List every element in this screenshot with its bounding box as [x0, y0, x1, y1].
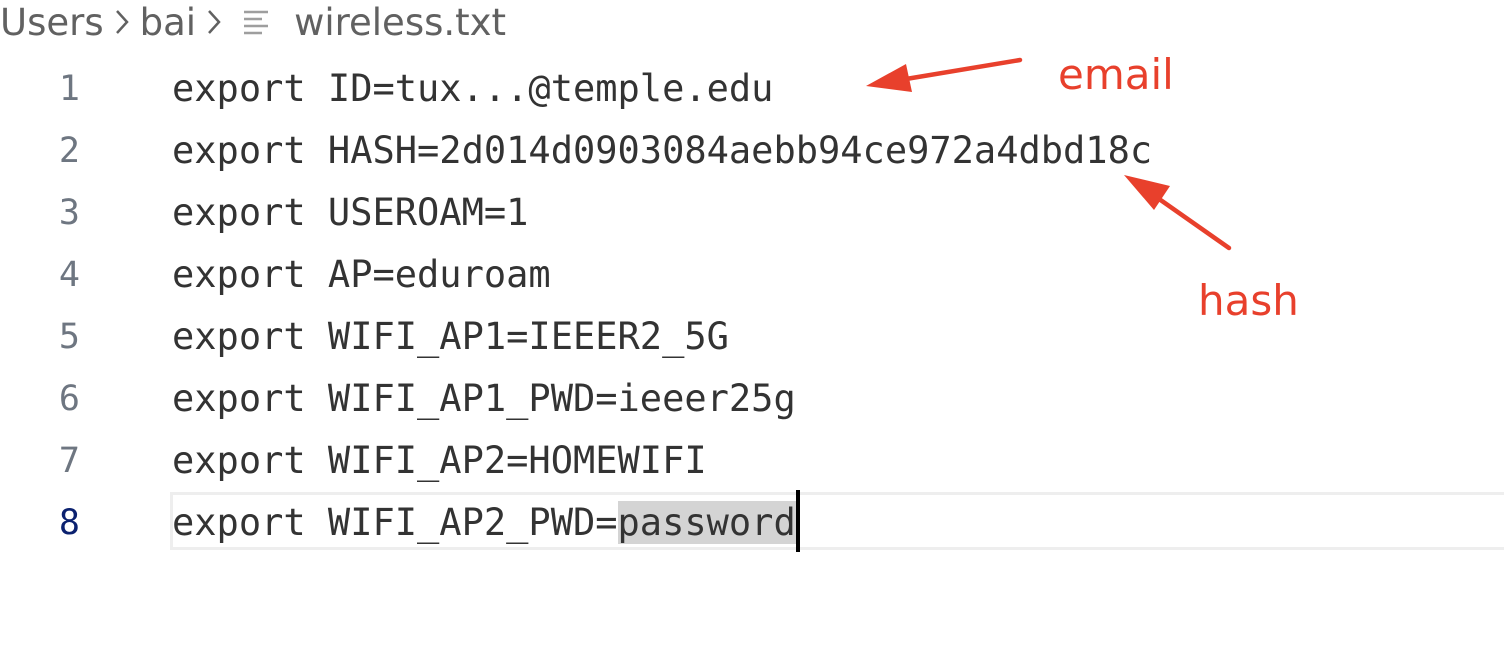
line-number: 3 — [58, 193, 80, 233]
editor-line[interactable]: 7 export WIFI_AP2=HOMEWIFI — [0, 430, 1504, 492]
chevron-right-icon — [104, 0, 140, 44]
line-content[interactable]: export AP=eduroam — [172, 244, 551, 306]
line-content[interactable]: export WIFI_AP1=IEEER2_5G — [172, 306, 729, 368]
line-number: 6 — [58, 379, 80, 419]
line-content[interactable]: export WIFI_AP1_PWD=ieeer25g — [172, 368, 796, 430]
line-content[interactable]: export USEROAM=1 — [172, 182, 528, 244]
editor-line[interactable]: 3 export USEROAM=1 — [0, 182, 1504, 244]
text-selection: password — [617, 501, 796, 544]
text-cursor — [795, 490, 800, 552]
breadcrumb: Users bai wireless.txt — [0, 0, 506, 44]
breadcrumb-item-users[interactable]: Users — [0, 1, 104, 44]
editor-line[interactable]: 6 export WIFI_AP1_PWD=ieeer25g — [0, 368, 1504, 430]
editor-line-current[interactable]: 8 export WIFI_AP2_PWD=password — [0, 490, 1504, 554]
line-number: 8 — [58, 503, 80, 543]
line-number: 7 — [58, 441, 80, 481]
line-content[interactable]: export HASH=2d014d0903084aebb94ce972a4db… — [172, 120, 1152, 182]
editor-line[interactable]: 2 export HASH=2d014d0903084aebb94ce972a4… — [0, 120, 1504, 182]
line-text-unselected: export WIFI_AP2_PWD= — [172, 501, 618, 544]
breadcrumb-item-file[interactable]: wireless.txt — [294, 1, 506, 44]
email-annotation-label: email — [1058, 50, 1174, 99]
line-number: 2 — [58, 131, 80, 171]
hash-annotation-label: hash — [1198, 276, 1299, 325]
line-number: 1 — [58, 69, 80, 109]
line-content[interactable]: export ID=tux...@temple.edu — [172, 58, 773, 120]
line-number: 5 — [58, 317, 80, 357]
line-content[interactable]: export WIFI_AP2_PWD=password — [172, 490, 800, 554]
chevron-right-icon — [196, 0, 232, 44]
line-content[interactable]: export WIFI_AP2=HOMEWIFI — [172, 430, 707, 492]
line-number: 4 — [58, 255, 80, 295]
text-file-icon — [232, 0, 294, 44]
breadcrumb-item-bai[interactable]: bai — [140, 1, 196, 44]
editor-line[interactable]: 1 export ID=tux...@temple.edu — [0, 58, 1504, 120]
